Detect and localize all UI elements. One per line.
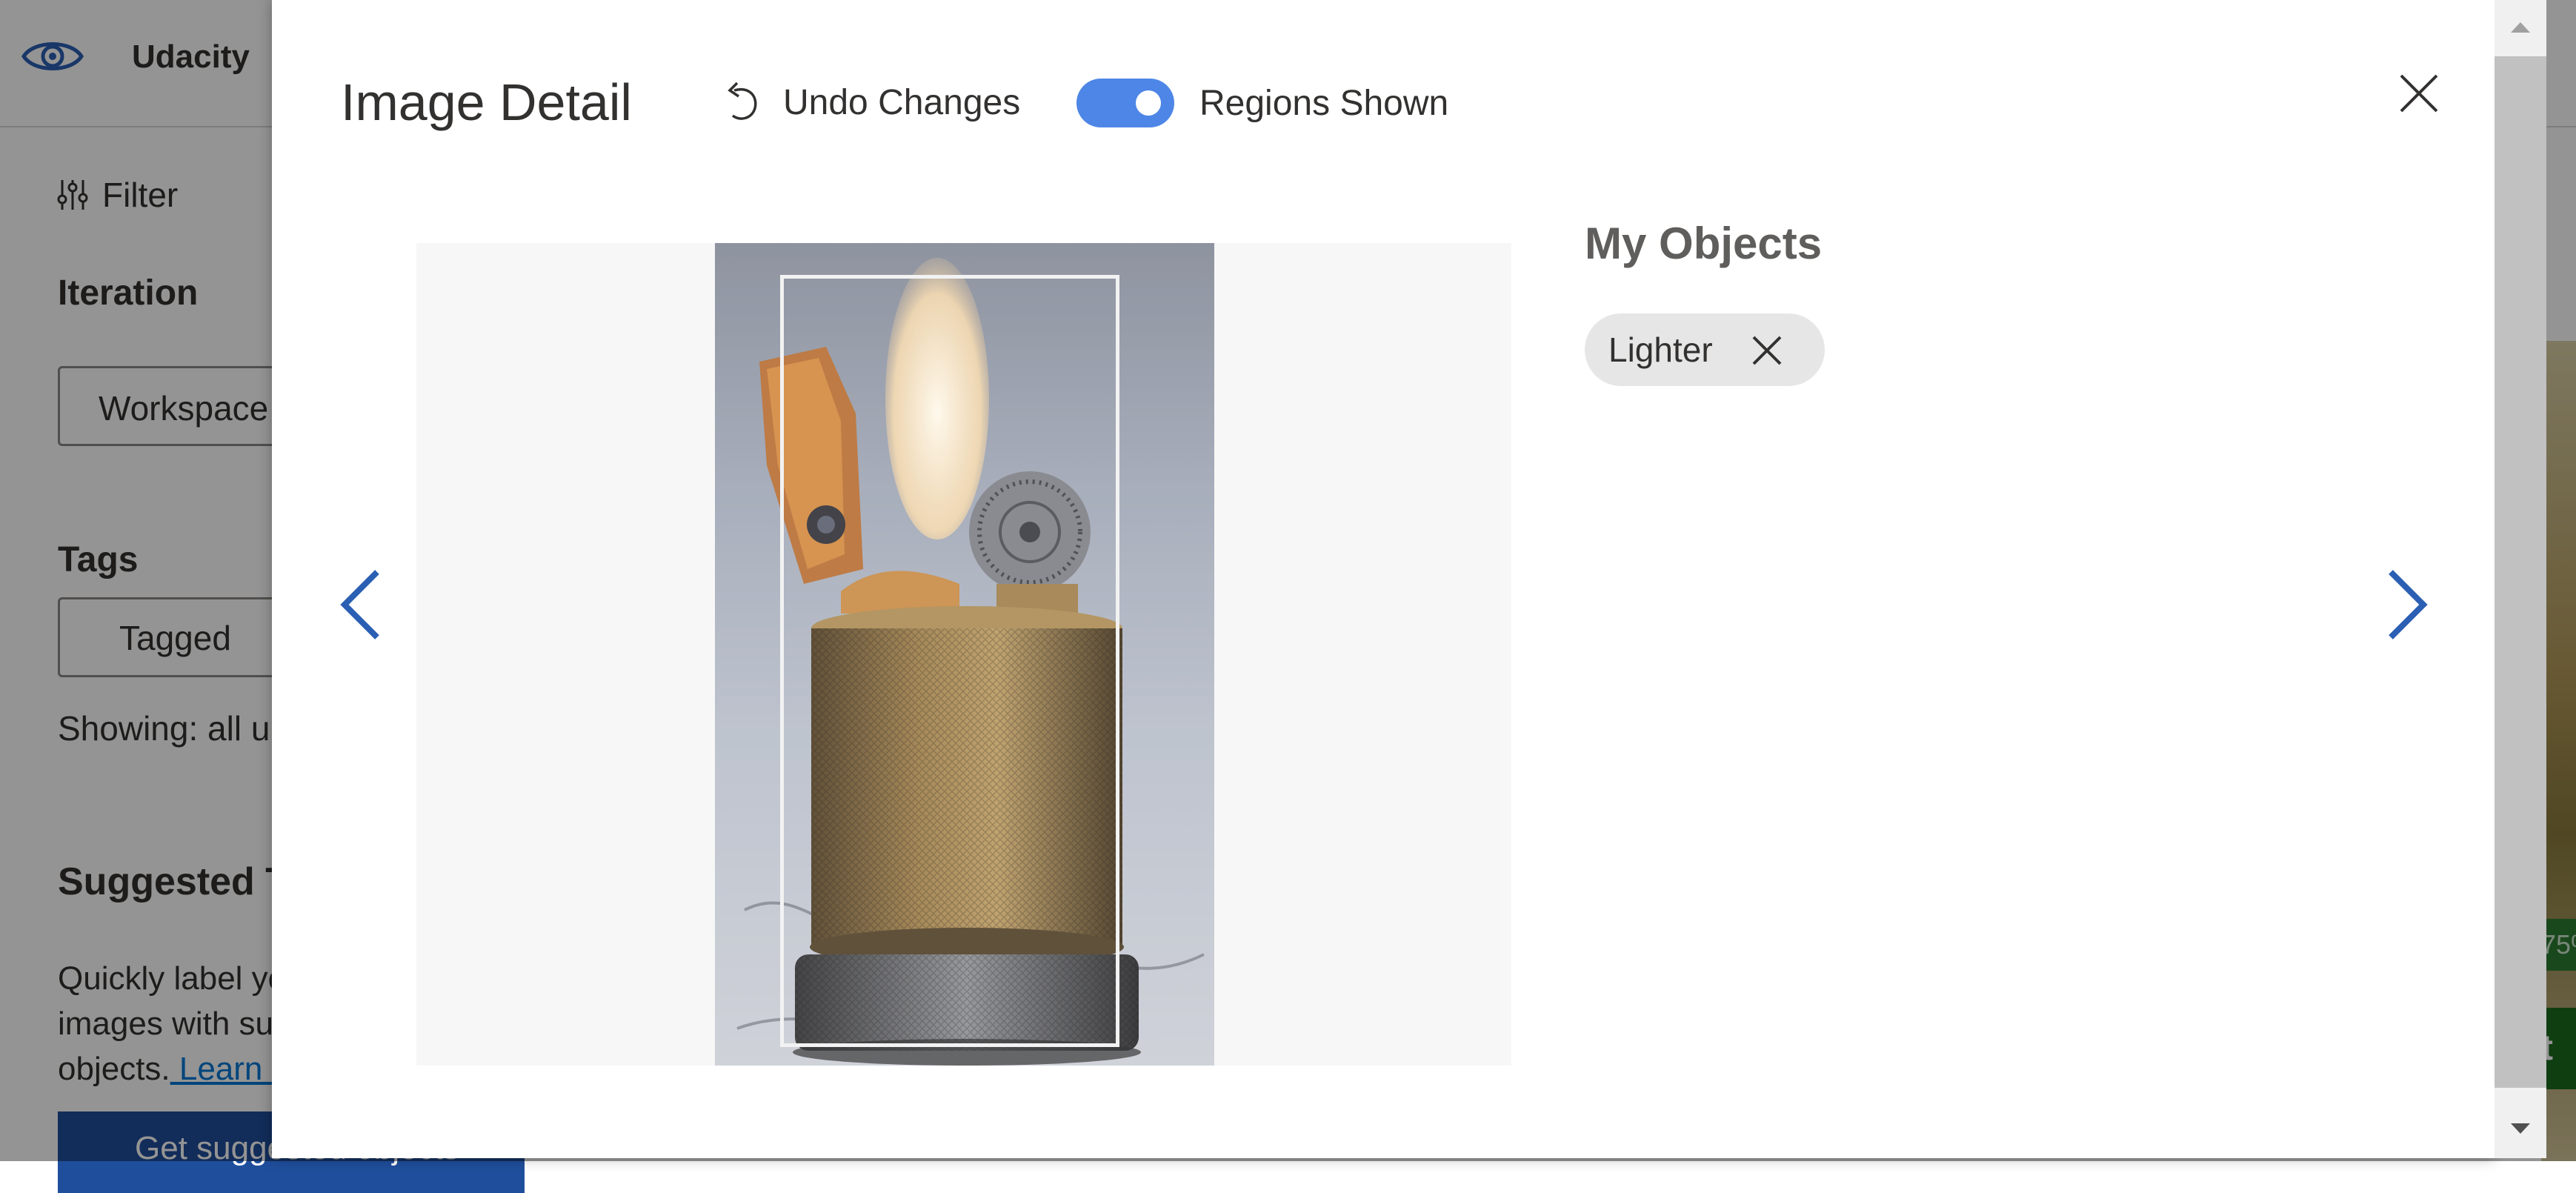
object-tag-chip[interactable]: Lighter: [1585, 313, 1825, 386]
regions-toggle-group: Regions Shown: [1076, 79, 1448, 127]
modal-title: Image Detail: [341, 73, 632, 131]
modal-scrollbar[interactable]: [2495, 0, 2546, 1158]
image-detail-modal: Image Detail Undo Changes Regions Shown: [272, 0, 2495, 1158]
scroll-up-icon[interactable]: [2495, 0, 2546, 52]
undo-changes-button[interactable]: Undo Changes: [724, 80, 1020, 124]
close-icon[interactable]: [2397, 71, 2441, 116]
chevron-left-icon[interactable]: [337, 566, 385, 643]
chevron-right-icon[interactable]: [2383, 566, 2431, 643]
undo-changes-label: Undo Changes: [783, 82, 1021, 122]
object-tag-label: Lighter: [1608, 330, 1713, 369]
close-icon[interactable]: [1749, 333, 1785, 368]
undo-icon: [728, 82, 757, 120]
regions-toggle-label: Regions Shown: [1199, 83, 1449, 123]
my-objects-heading: My Objects: [1585, 219, 1823, 268]
region-bounding-box[interactable]: [780, 275, 1119, 1047]
scroll-down-icon[interactable]: [2495, 1104, 2546, 1156]
regions-toggle[interactable]: [1076, 79, 1174, 127]
toggle-knob: [1136, 90, 1161, 116]
scrollbar-thumb[interactable]: [2495, 56, 2546, 1088]
